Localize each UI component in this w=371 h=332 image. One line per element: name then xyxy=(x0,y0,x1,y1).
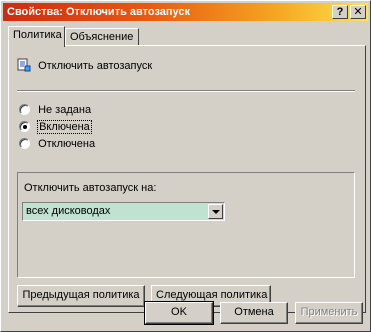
radio-not-configured[interactable]: Не задана xyxy=(19,104,91,116)
options-group: Отключить автозапуск на: всех дисководах xyxy=(17,172,355,278)
policy-setting-icon xyxy=(17,58,31,72)
separator xyxy=(17,90,355,92)
policy-tab-panel: Отключить автозапуск Не задана Включена … xyxy=(8,45,366,313)
tab-explanation-label: Объяснение xyxy=(70,31,134,43)
cancel-button[interactable]: Отмена xyxy=(220,302,288,324)
help-icon: ? xyxy=(336,6,344,18)
radio-not-configured-label: Не задана xyxy=(38,104,92,116)
radio-disabled[interactable]: Отключена xyxy=(19,138,95,150)
apply-button[interactable]: Применить xyxy=(295,302,363,324)
next-policy-label: Следующая политика xyxy=(156,289,268,301)
tab-policy-label: Политика xyxy=(13,29,62,41)
combo-value: всех дисководах xyxy=(26,205,111,217)
tab-policy[interactable]: Политика xyxy=(8,26,65,47)
cancel-label: Отмена xyxy=(234,306,274,318)
title-bar[interactable]: Свойства: Отключить автозапуск ? ✕ xyxy=(3,3,368,21)
close-icon: ✕ xyxy=(353,6,363,18)
help-button[interactable]: ? xyxy=(332,5,348,19)
radio-disabled-circle[interactable] xyxy=(19,138,30,149)
radio-enabled-circle[interactable] xyxy=(19,121,30,132)
radio-not-configured-circle[interactable] xyxy=(19,104,30,115)
close-button[interactable]: ✕ xyxy=(350,5,366,19)
radio-enabled[interactable]: Включена xyxy=(19,120,92,134)
combo-dropdown-button[interactable] xyxy=(208,204,223,219)
ok-button[interactable]: OK xyxy=(144,301,214,325)
apply-label: Применить xyxy=(300,306,358,318)
properties-dialog: Свойства: Отключить автозапуск ? ✕ Полит… xyxy=(0,0,371,332)
radio-disabled-label: Отключена xyxy=(38,138,96,150)
previous-policy-label: Предыдущая политика xyxy=(22,289,140,301)
chevron-down-icon xyxy=(212,210,220,214)
window-title: Свойства: Отключить автозапуск xyxy=(7,6,191,18)
tab-explanation[interactable]: Объяснение xyxy=(65,28,139,46)
autorun-drives-combo[interactable]: всех дисководах xyxy=(22,202,225,221)
policy-name: Отключить автозапуск xyxy=(38,60,153,72)
options-label: Отключить автозапуск на: xyxy=(24,182,157,194)
previous-policy-button[interactable]: Предыдущая политика xyxy=(17,285,145,307)
policy-name-row: Отключить автозапуск xyxy=(17,58,152,72)
ok-label: OK xyxy=(171,306,187,318)
tab-control: Политика Объяснение Отключить автозапуск xyxy=(8,26,366,313)
radio-enabled-label: Включена xyxy=(37,120,92,134)
